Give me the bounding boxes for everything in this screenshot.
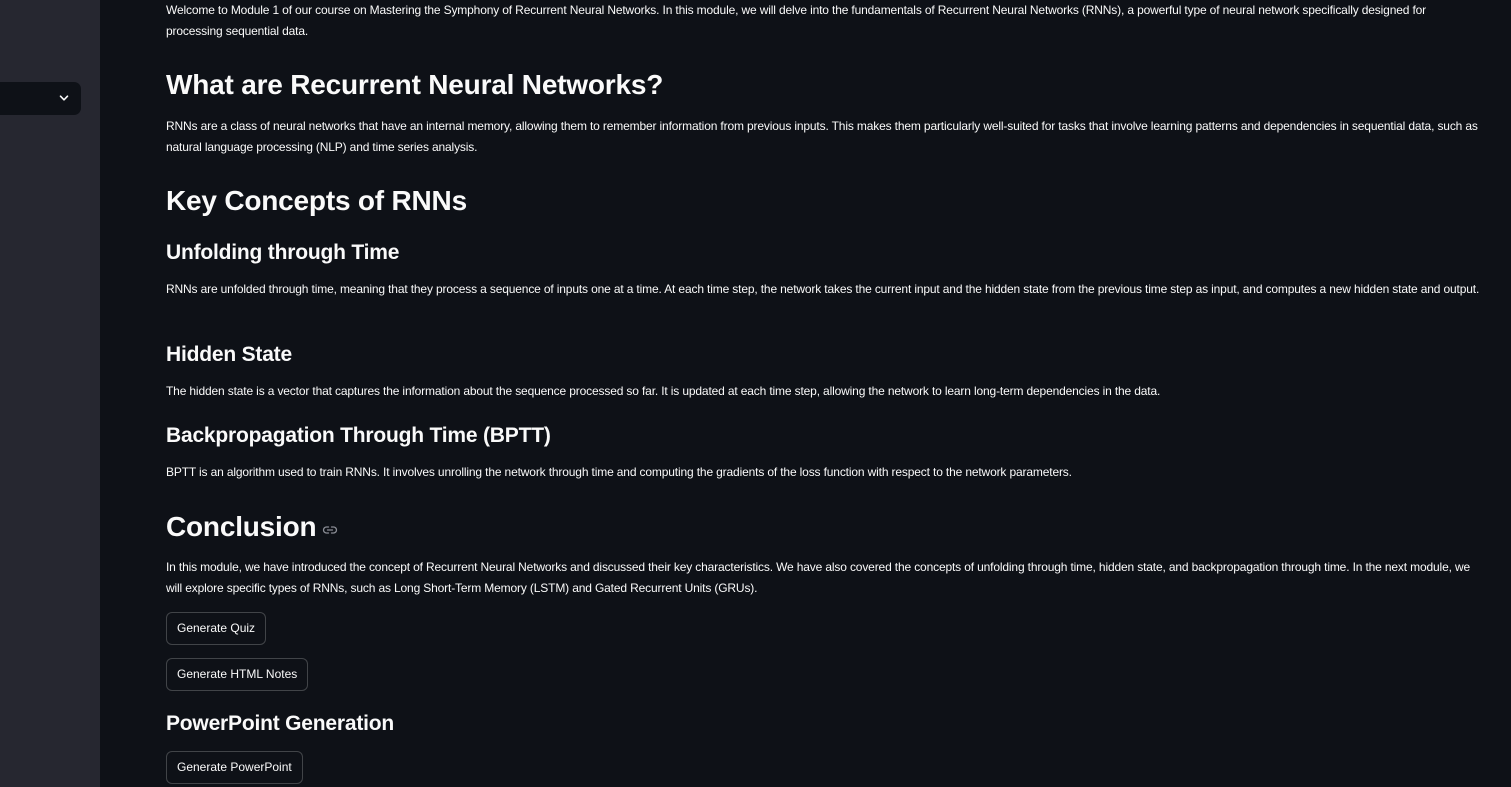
unfolding-paragraph: RNNs are unfolded through time, meaning …	[166, 282, 1480, 296]
generate-html-notes-button[interactable]: Generate HTML Notes	[166, 658, 309, 691]
conclusion-paragraph: In this module, we have introduced the c…	[166, 560, 1471, 595]
generate-quiz-button[interactable]: Generate Quiz	[166, 612, 267, 645]
generate-powerpoint-button[interactable]: Generate PowerPoint	[166, 751, 303, 784]
powerpoint-heading: PowerPoint Generation	[166, 712, 394, 735]
conclusion-heading-row: Conclusion	[166, 509, 338, 545]
what-are-rnns-paragraph: RNNs are a class of neural networks that…	[166, 119, 1478, 154]
link-icon[interactable]	[322, 522, 338, 538]
what-are-rnns-heading: What are Recurrent Neural Networks?	[166, 69, 664, 100]
conclusion-heading: Conclusion	[166, 511, 317, 542]
bptt-paragraph: BPTT is an algorithm used to train RNNs.…	[166, 465, 1072, 479]
sidebar	[0, 0, 100, 787]
hidden-state-paragraph: The hidden state is a vector that captur…	[166, 384, 1161, 398]
chevron-down-icon[interactable]	[58, 92, 70, 104]
bptt-heading: Backpropagation Through Time (BPTT)	[166, 424, 551, 447]
hidden-state-heading: Hidden State	[166, 343, 292, 366]
intro-paragraph: Welcome to Module 1 of our course on Mas…	[166, 3, 1427, 38]
unfolding-heading: Unfolding through Time	[166, 241, 400, 264]
sidebar-select[interactable]	[0, 82, 81, 115]
key-concepts-heading: Key Concepts of RNNs	[166, 185, 467, 216]
